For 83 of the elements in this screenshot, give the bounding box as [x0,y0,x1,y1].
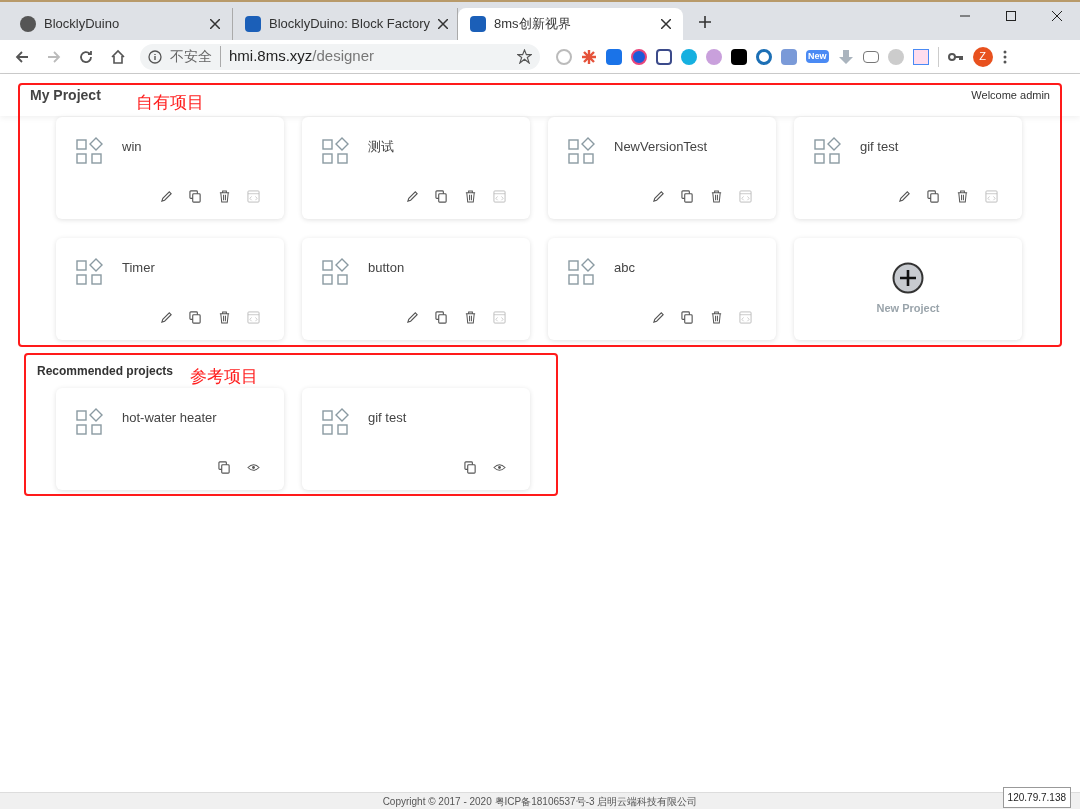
project-card[interactable]: hot-water heater [56,388,284,490]
copy-icon[interactable] [681,190,694,203]
menu-icon[interactable] [1001,48,1008,65]
site-logo-icon [245,16,261,32]
extension-icon[interactable] [631,48,647,65]
info-icon [148,49,162,64]
browser-tab[interactable]: 8ms创新视界 [458,8,683,40]
home-icon[interactable] [110,48,126,65]
copy-icon[interactable] [681,311,694,324]
project-name: NewVersionTest [614,138,708,156]
pencil-icon[interactable] [652,190,665,203]
globe-icon [20,16,36,32]
project-name: gif test [368,409,407,427]
project-name: Timer [122,259,155,277]
url-text: hmi.8ms.xyz/designer [229,46,375,67]
pencil-icon[interactable] [406,311,419,324]
app-blocks-icon [76,258,104,286]
tab-close-icon[interactable] [438,19,449,29]
project-card[interactable]: button [302,238,530,340]
pencil-icon[interactable] [898,190,911,203]
site-logo-icon [470,16,486,32]
maximize-icon[interactable] [1006,11,1016,21]
annotation-label: 自有项目 [136,92,204,114]
copy-icon[interactable] [218,461,231,474]
ip-address-tooltip: 120.79.7.138 [1002,787,1071,808]
extension-icon[interactable] [656,48,672,65]
tab-close-icon[interactable] [210,19,220,29]
project-card[interactable]: abc [548,238,776,340]
copyright-text: Copyright © 2017 - 2020 粤ICP备18106537号-3 启明云端科技有限公司 [382,794,698,809]
project-name: win [122,138,142,156]
security-label: 不安全 [170,46,221,67]
pencil-icon[interactable] [652,311,665,324]
app-blocks-icon [814,137,842,165]
project-card[interactable]: gif test [302,388,530,490]
new-tab-icon[interactable] [698,15,712,29]
address-bar[interactable]: 不安全 hmi.8ms.xyz/designer [140,43,540,70]
eye-icon[interactable] [493,461,506,474]
copy-icon[interactable] [189,311,202,324]
app-blocks-icon [322,137,350,165]
welcome-text: Welcome admin [971,87,1050,103]
project-card[interactable]: win [56,117,284,219]
pencil-icon[interactable] [406,190,419,203]
project-card[interactable]: NewVersionTest [548,117,776,219]
trash-icon[interactable] [464,311,477,324]
extension-icon[interactable] [731,48,747,65]
project-card[interactable]: 测试 [302,117,530,219]
project-name: gif test [860,138,899,156]
section-title: Recommended projects [37,363,174,380]
trash-icon[interactable] [956,190,969,203]
app-blocks-icon [568,258,596,286]
pencil-icon[interactable] [160,190,173,203]
plus-circle-icon [892,261,924,294]
copy-icon[interactable] [435,311,448,324]
copy-icon[interactable] [435,190,448,203]
project-name: 测试 [368,138,394,156]
copy-icon[interactable] [464,461,477,474]
close-icon[interactable] [1052,11,1062,21]
trash-icon[interactable] [710,190,723,203]
app-blocks-icon [76,137,104,165]
app-blocks-icon [568,137,596,165]
copy-icon[interactable] [927,190,940,203]
trash-icon[interactable] [710,311,723,324]
eye-icon[interactable] [247,461,260,474]
trash-icon[interactable] [464,190,477,203]
annotation-label: 参考项目 [190,366,258,388]
trash-icon[interactable] [218,190,231,203]
pencil-icon[interactable] [160,311,173,324]
project-card[interactable]: gif test [794,117,1022,219]
app-blocks-icon [322,408,350,436]
app-blocks-icon [322,258,350,286]
back-arrow-icon[interactable] [14,48,30,65]
star-icon[interactable] [517,49,532,64]
project-name: abc [614,259,635,277]
tab-close-icon[interactable] [661,19,671,29]
project-name: hot-water heater [122,409,217,427]
project-name: button [368,259,405,277]
page-title: My Project [30,85,101,105]
reload-icon[interactable] [78,48,94,65]
app-blocks-icon [76,408,104,436]
project-card[interactable]: Timer [56,238,284,340]
copy-icon[interactable] [189,190,202,203]
trash-icon[interactable] [218,311,231,324]
profile-avatar[interactable]: Z [972,46,993,67]
